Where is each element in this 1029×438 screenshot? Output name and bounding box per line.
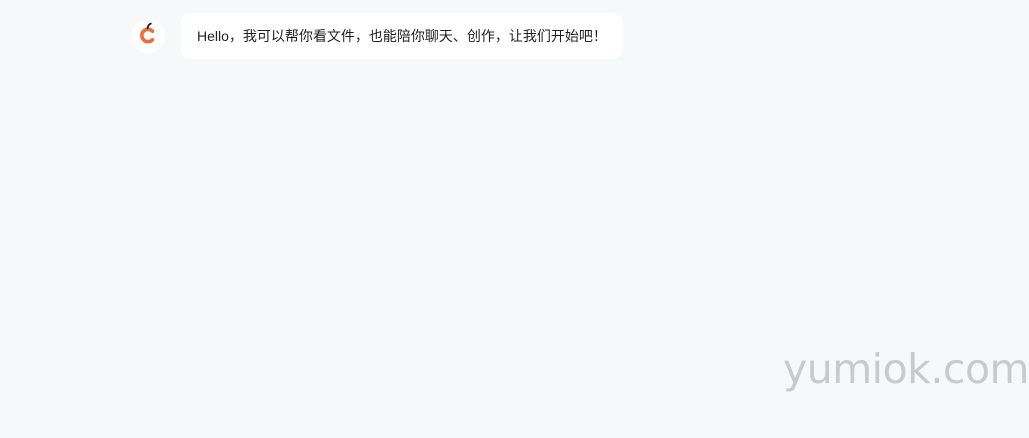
- assistant-message-bubble: Hello，我可以帮你看文件，也能陪你聊天、创作，让我们开始吧！: [181, 13, 623, 59]
- assistant-logo-icon: [137, 22, 159, 51]
- assistant-avatar: [131, 19, 165, 53]
- watermark-text: yumiok.com: [782, 345, 1029, 393]
- assistant-message-row: Hello，我可以帮你看文件，也能陪你聊天、创作，让我们开始吧！: [131, 13, 623, 59]
- assistant-message-text: Hello，我可以帮你看文件，也能陪你聊天、创作，让我们开始吧！: [197, 28, 607, 44]
- chat-area: Hello，我可以帮你看文件，也能陪你聊天、创作，让我们开始吧！ yumiok.…: [0, 0, 1029, 438]
